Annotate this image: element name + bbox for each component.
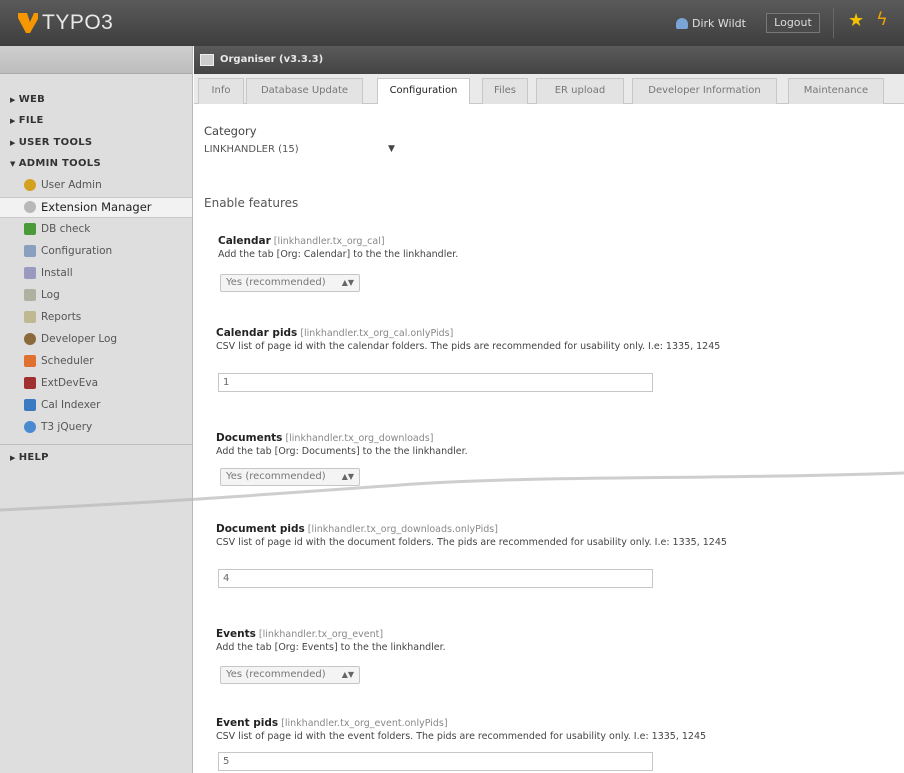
menu-category-file[interactable]: ▶ FILE — [10, 115, 44, 126]
configuration-icon — [24, 245, 36, 257]
module-scheduler[interactable]: Scheduler — [24, 352, 94, 370]
module-cal-indexer[interactable]: Cal Indexer — [24, 396, 100, 414]
updown-arrows-icon: ▲▼ — [341, 472, 354, 481]
module-log[interactable]: Log — [24, 286, 60, 304]
documents-select[interactable]: Yes (recommended) ▲▼ — [220, 468, 360, 486]
menu-category-web[interactable]: ▶ WEB — [10, 94, 45, 105]
tab-configuration[interactable]: Configuration — [377, 78, 470, 105]
category-value: LINKHANDLER (15) — [204, 144, 299, 155]
star-icon[interactable]: ★ — [848, 12, 864, 30]
field-title-calendar: Calendar [linkhandler.tx_org_cal] — [218, 235, 385, 247]
extension-module-icon — [200, 54, 214, 66]
tab-info[interactable]: Info — [198, 78, 244, 104]
events-select[interactable]: Yes (recommended) ▲▼ — [220, 666, 360, 684]
menu-category-admin-tools[interactable]: ▼ ADMIN TOOLS — [10, 158, 101, 169]
doc-header: Organiser (v3.3.3) — [194, 46, 904, 74]
tab-er-upload[interactable]: ER upload — [536, 78, 624, 104]
field-description-document-pids: CSV list of page id with the document fo… — [216, 537, 727, 548]
module-user-admin[interactable]: User Admin — [24, 176, 102, 194]
tab-files[interactable]: Files — [482, 78, 528, 104]
tab-bar: Info Database Update Configuration Files… — [194, 74, 904, 105]
document-pids-input[interactable]: 4 — [218, 569, 653, 588]
tab-developer-information[interactable]: Developer Information — [632, 78, 777, 104]
module-t3-jquery[interactable]: T3 jQuery — [24, 418, 92, 436]
field-description-calendar-pids: CSV list of page id with the calendar fo… — [216, 341, 721, 352]
typo3-logo[interactable]: TYPO3 — [18, 10, 113, 36]
t3-jquery-icon — [24, 421, 36, 433]
log-icon — [24, 289, 36, 301]
configuration-panel: Category LINKHANDLER (15) ▼ Enable featu… — [194, 104, 904, 773]
module-developer-log[interactable]: Developer Log — [24, 330, 117, 348]
calendar-select[interactable]: Yes (recommended) ▲▼ — [220, 274, 360, 292]
field-title-calendar-pids: Calendar pids [linkhandler.tx_org_cal.onl… — [216, 327, 454, 339]
module-db-check[interactable]: DB check — [24, 220, 90, 238]
section-title: Enable features — [204, 196, 299, 210]
category-label: Category — [204, 124, 257, 138]
module-install[interactable]: Install — [24, 264, 73, 282]
lightning-icon[interactable]: ϟ — [876, 10, 888, 30]
field-description-documents: Add the tab [Org: Documents] to the the … — [216, 446, 468, 457]
user-info[interactable]: Dirk Wildt — [676, 17, 746, 30]
module-menu-header — [0, 46, 192, 74]
user-name: Dirk Wildt — [692, 17, 746, 30]
menu-category-user-tools[interactable]: ▶ USER TOOLS — [10, 137, 92, 148]
extension-icon — [24, 201, 36, 213]
field-description-events: Add the tab [Org: Events] to the the lin… — [216, 642, 446, 653]
module-extdeveva[interactable]: ExtDevEva — [24, 374, 98, 392]
extension-title: Organiser (v3.3.3) — [220, 54, 324, 65]
extdeveva-icon — [24, 377, 36, 389]
module-extension-manager[interactable]: Extension Manager — [24, 198, 152, 216]
event-pids-input[interactable]: 5 — [218, 752, 653, 771]
module-reports[interactable]: Reports — [24, 308, 81, 326]
tab-database-update[interactable]: Database Update — [246, 78, 363, 104]
module-configuration[interactable]: Configuration — [24, 242, 112, 260]
logout-button[interactable]: Logout — [766, 13, 820, 33]
user-admin-icon — [24, 179, 36, 191]
updown-arrows-icon: ▲▼ — [341, 670, 354, 679]
calendar-pids-input[interactable]: 1 — [218, 373, 653, 392]
tab-maintenance[interactable]: Maintenance — [788, 78, 884, 104]
menu-category-help[interactable]: ▶ HELP — [10, 452, 49, 463]
field-title-event-pids: Event pids [linkhandler.tx_org_event.only… — [216, 717, 448, 729]
logo-text: TYPO3 — [42, 11, 114, 34]
developer-log-icon — [24, 333, 36, 345]
db-check-icon — [24, 223, 36, 235]
toolbar-separator — [833, 8, 834, 38]
top-bar: TYPO3 Dirk Wildt Logout ★ ϟ — [0, 0, 904, 46]
updown-arrows-icon: ▲▼ — [341, 278, 354, 287]
user-icon — [676, 18, 688, 29]
reports-icon — [24, 311, 36, 323]
field-description-calendar: Add the tab [Org: Calendar] to the the l… — [218, 249, 459, 260]
menu-divider — [0, 444, 192, 445]
module-menu: ▶ WEB ▶ FILE ▶ USER TOOLS ▼ ADMIN TOOLS User… — [0, 46, 193, 773]
scheduler-icon — [24, 355, 36, 367]
cal-indexer-icon — [24, 399, 36, 411]
field-title-document-pids: Document pids [linkhandler.tx_org_downloa… — [216, 523, 498, 535]
typo3-logo-icon — [18, 13, 38, 33]
field-title-documents: Documents [linkhandler.tx_org_downloads] — [216, 432, 434, 444]
install-icon — [24, 267, 36, 279]
chevron-down-icon: ▼ — [388, 144, 395, 154]
field-title-events: Events [linkhandler.tx_org_event] — [216, 628, 384, 640]
category-select[interactable]: LINKHANDLER (15) ▼ — [204, 144, 404, 162]
field-description-event-pids: CSV list of page id with the event folde… — [216, 731, 707, 742]
